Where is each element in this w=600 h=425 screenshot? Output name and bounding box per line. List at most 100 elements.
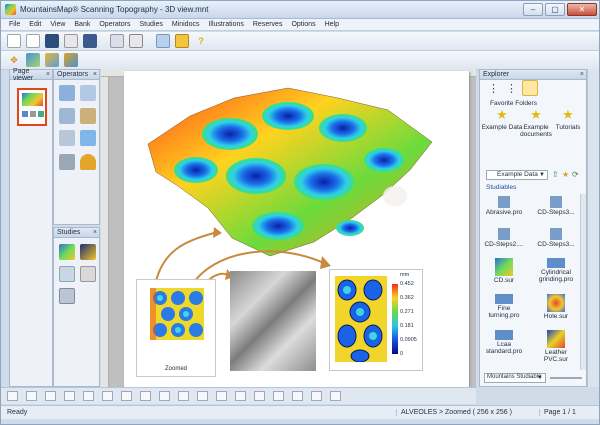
group-icon[interactable] xyxy=(235,391,246,401)
explorer-header: Explorer × xyxy=(480,70,586,80)
zoom-slider[interactable] xyxy=(550,377,582,379)
filter-icon[interactable] xyxy=(59,108,75,124)
minimize-button[interactable]: – xyxy=(523,3,543,16)
menu-bank[interactable]: Bank xyxy=(74,21,90,28)
lock-icon[interactable] xyxy=(273,391,284,401)
pencil-icon[interactable] xyxy=(80,266,96,282)
menu-reserves[interactable]: Reserves xyxy=(253,21,283,28)
up-folder-icon[interactable]: ⇧ xyxy=(552,170,560,180)
measure-icon[interactable] xyxy=(80,108,96,124)
leveling-icon[interactable] xyxy=(59,85,75,101)
print-preview-icon[interactable] xyxy=(110,34,124,48)
close-icon[interactable]: × xyxy=(580,71,584,78)
menu-operators[interactable]: Operators xyxy=(99,21,130,28)
file-item[interactable]: Lcaa standard.pro xyxy=(482,330,526,355)
window-title: MountainsMap® Scanning Topography - 3D v… xyxy=(20,5,209,14)
zoom-fit-icon[interactable] xyxy=(330,391,341,401)
operators-panel: Operators × xyxy=(53,69,100,225)
same-width-icon[interactable] xyxy=(159,391,170,401)
maximize-button[interactable]: ▢ xyxy=(545,3,565,16)
bring-front-icon[interactable] xyxy=(197,391,208,401)
file-item[interactable]: Cylindrical grinding.pro xyxy=(534,258,578,283)
list-icon[interactable]: ⋮ xyxy=(506,82,519,95)
print-icon[interactable] xyxy=(129,34,143,48)
folder-select[interactable]: Example Data ▼ xyxy=(486,170,548,180)
align-top-icon[interactable] xyxy=(64,391,75,401)
menu-minidocs[interactable]: Minidocs xyxy=(172,21,200,28)
refresh-icon[interactable]: ⟳ xyxy=(572,170,580,180)
ungroup-icon[interactable] xyxy=(254,391,265,401)
menu-studies[interactable]: Studies xyxy=(139,21,162,28)
help-icon[interactable]: ? xyxy=(194,34,208,48)
extract-icon[interactable] xyxy=(59,154,75,170)
chevron-down-icon: ▼ xyxy=(537,375,543,381)
close-icon[interactable]: × xyxy=(46,71,50,78)
menu-file[interactable]: File xyxy=(9,21,20,28)
profile-icon[interactable] xyxy=(59,266,75,282)
menu-illustrations[interactable]: Illustrations xyxy=(208,21,243,28)
align-right-icon[interactable] xyxy=(45,391,56,401)
file-item[interactable]: CD-Steps3... xyxy=(534,196,578,216)
mountain-view-icon[interactable] xyxy=(80,244,96,260)
move-icon[interactable]: ✥ xyxy=(7,53,21,67)
file-item[interactable]: Hole.sur xyxy=(534,294,578,320)
page-thumbnail[interactable] xyxy=(17,88,47,126)
profile-file-icon xyxy=(495,294,513,304)
template-icon[interactable] xyxy=(156,34,170,48)
zoomed-thumbnail[interactable]: Zoomed xyxy=(136,279,216,377)
star-small-icon[interactable]: ★ xyxy=(562,170,570,180)
studiable-type-select[interactable]: Mountains Studiable ▼ xyxy=(484,373,546,383)
menu-help[interactable]: Help xyxy=(325,21,339,28)
grayscale-render[interactable] xyxy=(230,271,316,371)
mushroom-icon[interactable] xyxy=(80,154,96,170)
layer-icon[interactable] xyxy=(26,53,40,67)
file-label: CD-Steps3... xyxy=(537,241,575,248)
file-item[interactable]: Fine turning.pro xyxy=(482,294,526,319)
favorites-tab[interactable] xyxy=(522,80,538,96)
send-back-icon[interactable] xyxy=(216,391,227,401)
legend-value: 0.271 xyxy=(400,309,414,315)
menu-view[interactable]: View xyxy=(50,21,65,28)
grid-icon[interactable] xyxy=(292,391,303,401)
new-icon[interactable] xyxy=(7,34,21,48)
align-left-icon[interactable] xyxy=(7,391,18,401)
save-icon[interactable] xyxy=(83,34,97,48)
tree-icon[interactable]: ⋮ xyxy=(488,82,501,95)
page-viewer-header: Page viewer × xyxy=(10,68,52,82)
snap-icon[interactable] xyxy=(311,391,322,401)
threshold-icon[interactable] xyxy=(59,130,75,146)
zoom-icon[interactable] xyxy=(80,85,96,101)
3d-view-icon[interactable] xyxy=(59,244,75,260)
align-bottom-icon[interactable] xyxy=(102,391,113,401)
distribute-v-icon[interactable] xyxy=(140,391,151,401)
file-item[interactable]: CD.sur xyxy=(482,258,526,284)
file-item[interactable]: CD-Steps3... xyxy=(534,228,578,248)
align-center-icon[interactable] xyxy=(26,391,37,401)
contour-map[interactable]: mm 0.452 0.362 0.271 0.181 0.0905 0 xyxy=(329,269,423,371)
same-height-icon[interactable] xyxy=(178,391,189,401)
report-icon[interactable] xyxy=(59,288,75,304)
open-folder-icon[interactable] xyxy=(45,34,59,48)
new-document-icon[interactable] xyxy=(26,34,40,48)
file-item[interactable]: CD-Steps2.... xyxy=(482,228,526,248)
menu-edit[interactable]: Edit xyxy=(29,21,41,28)
explorer-scrollbar[interactable] xyxy=(580,194,586,370)
distribute-h-icon[interactable] xyxy=(121,391,132,401)
view-icon[interactable] xyxy=(64,34,78,48)
file-label: Hole.sur xyxy=(543,313,569,320)
export-icon[interactable] xyxy=(175,34,189,48)
favorite-tutorials[interactable]: ★ Tutorials xyxy=(546,108,590,132)
layer-edit-icon[interactable] xyxy=(45,53,59,67)
close-icon[interactable]: × xyxy=(93,71,97,78)
zoomed-map xyxy=(150,288,204,340)
operators-header: Operators × xyxy=(54,70,99,80)
close-button[interactable]: ✕ xyxy=(567,3,597,16)
file-item[interactable]: Abrasive.pro xyxy=(482,196,526,216)
retouch-icon[interactable] xyxy=(80,130,96,146)
stack-icon[interactable] xyxy=(64,53,78,67)
close-icon[interactable]: × xyxy=(93,229,97,236)
file-item[interactable]: Leather PVC.sur xyxy=(534,330,578,363)
align-middle-icon[interactable] xyxy=(83,391,94,401)
menu-options[interactable]: Options xyxy=(291,21,315,28)
file-label: CD-Steps3... xyxy=(537,209,575,216)
